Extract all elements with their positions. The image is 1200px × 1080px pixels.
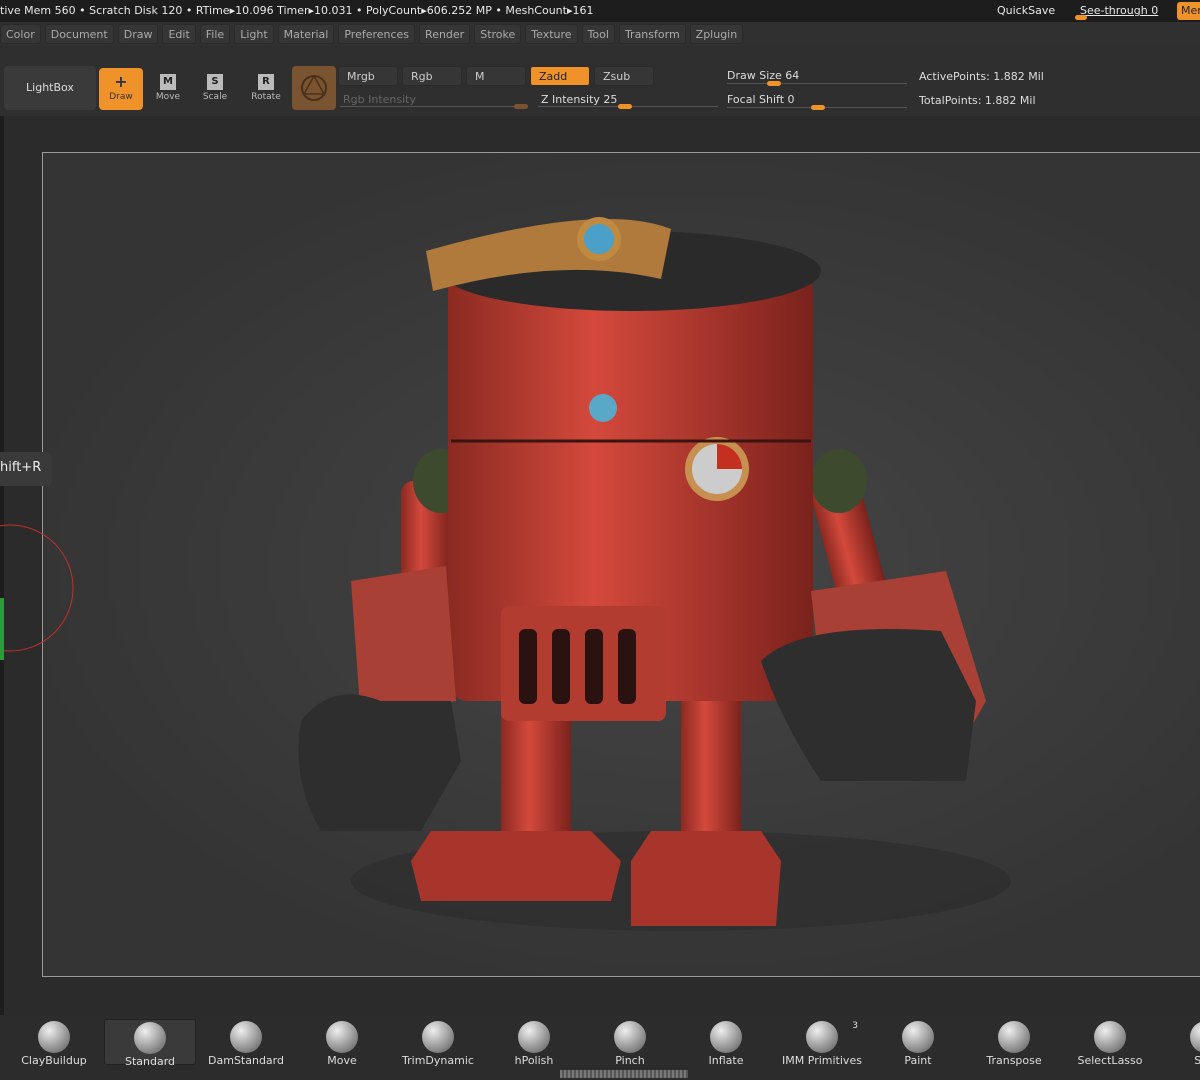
brush-label: SelectLasso (1077, 1054, 1143, 1067)
mrgb-toggle[interactable]: Mrgb (338, 66, 398, 86)
viewport-canvas[interactable] (42, 152, 1200, 977)
material-sphere-icon (301, 74, 327, 101)
brush-icon (1094, 1021, 1126, 1053)
brush-icon (614, 1021, 646, 1053)
total-points: TotalPoints: 1.882 Mil (919, 94, 1036, 107)
stats-readout: tive Mem 560 • Scratch Disk 120 • RTime▸… (0, 4, 594, 17)
menu-transform[interactable]: Transform (618, 24, 686, 44)
material-button[interactable] (292, 66, 336, 110)
crosshair-icon: + (114, 72, 128, 91)
brush-label: DamStandard (208, 1054, 284, 1067)
menu-material[interactable]: Material (277, 24, 335, 44)
zadd-toggle[interactable]: Zadd (530, 66, 590, 86)
brush-damstandard[interactable]: DamStandard (200, 1019, 292, 1067)
brush-icon (998, 1021, 1030, 1053)
brush-claybuildup[interactable]: ClayBuildup (8, 1019, 100, 1067)
menu-stroke[interactable]: Stroke (474, 24, 522, 44)
brush-label: TrimDynamic (402, 1054, 474, 1067)
brush-move[interactable]: Move (296, 1019, 388, 1067)
brush-icon (326, 1021, 358, 1053)
brush-trimdynamic[interactable]: TrimDynamic (392, 1019, 484, 1067)
menu-texture[interactable]: Texture (525, 24, 578, 44)
brush-icon (1190, 1021, 1200, 1053)
menu-preferences[interactable]: Preferences (338, 24, 416, 44)
brush-icon (806, 1021, 838, 1053)
rotate-icon: R (258, 74, 274, 90)
menus-button[interactable]: Menus (1177, 2, 1200, 20)
brush-label: ClayBuildup (21, 1054, 87, 1067)
menu-draw[interactable]: Draw (117, 24, 159, 44)
brush-label: Pinch (615, 1054, 645, 1067)
menu-file[interactable]: File (199, 24, 231, 44)
brush-icon (134, 1022, 166, 1054)
robot-model (298, 217, 1011, 931)
draw-size-knob[interactable] (767, 81, 781, 86)
brush-imm-primitives[interactable]: IMM Primitives 3 (776, 1019, 868, 1067)
scale-button[interactable]: S Scale (193, 68, 237, 110)
menu-document[interactable]: Document (44, 24, 114, 44)
zsub-toggle[interactable]: Zsub (594, 66, 654, 86)
brush-standard[interactable]: Standard (104, 1019, 196, 1068)
brush-icon (710, 1021, 742, 1053)
scale-label: Scale (202, 92, 228, 102)
brush-label: Move (327, 1054, 357, 1067)
rgb-toggle[interactable]: Rgb (402, 66, 462, 86)
brush-icon (38, 1021, 70, 1053)
quicksave-button[interactable]: QuickSave (997, 4, 1055, 17)
menu-zplugin[interactable]: Zplugin (689, 24, 744, 44)
rgb-intensity-slider[interactable] (340, 106, 528, 107)
brush-label: Inflate (708, 1054, 744, 1067)
brush-transpose[interactable]: Transpose (968, 1019, 1060, 1067)
brush-label: hPolish (514, 1054, 554, 1067)
draw-size-label: Draw Size 64 (727, 69, 800, 82)
brush-pinch[interactable]: Pinch (584, 1019, 676, 1067)
brush-label: IMM Primitives (782, 1054, 862, 1067)
brush-label: Transpose (986, 1054, 1042, 1067)
menu-render[interactable]: Render (419, 24, 471, 44)
scale-icon: S (207, 74, 223, 90)
brush-count: 3 (852, 1021, 858, 1031)
menu-tool[interactable]: Tool (581, 24, 615, 44)
draw-size-slider[interactable] (727, 83, 907, 84)
brush-label: Standard (124, 1055, 176, 1068)
draw-button[interactable]: + Draw (99, 68, 143, 110)
lightbox-button[interactable]: LightBox (4, 66, 96, 110)
menu-color[interactable]: Color (0, 24, 41, 44)
move-button[interactable]: M Move (146, 68, 190, 110)
rgb-intensity-label: Rgb Intensity (343, 93, 416, 106)
brush-sele[interactable]: Sele (1160, 1019, 1200, 1067)
see-through-knob[interactable] (1075, 15, 1087, 20)
brush-cursor-ring (0, 524, 74, 660)
move-label: Move (155, 92, 181, 102)
brush-icon (230, 1021, 262, 1053)
brush-label: Sele (1194, 1054, 1200, 1067)
menu-light[interactable]: Light (234, 24, 274, 44)
rotate-button[interactable]: R Rotate (244, 68, 288, 110)
brush-inflate[interactable]: Inflate (680, 1019, 772, 1067)
m-toggle[interactable]: M (466, 66, 526, 86)
brush-paint[interactable]: Paint (872, 1019, 964, 1067)
see-through-slider[interactable]: See-through 0 (1080, 4, 1158, 17)
brush-hpolish[interactable]: hPolish (488, 1019, 580, 1067)
z-intensity-label: Z Intensity 25 (541, 93, 618, 106)
brush-icon (518, 1021, 550, 1053)
rotate-label: Rotate (251, 92, 281, 102)
menu-edit[interactable]: Edit (162, 24, 196, 44)
status-bar: tive Mem 560 • Scratch Disk 120 • RTime▸… (0, 0, 1200, 22)
z-intensity-knob[interactable] (618, 104, 632, 109)
menu-bar: Color Document Draw Edit File Light Mate… (0, 22, 1200, 46)
move-icon: M (160, 74, 176, 90)
shelf-resize-handle[interactable] (560, 1070, 688, 1078)
brush-icon (902, 1021, 934, 1053)
brush-label: Paint (904, 1054, 932, 1067)
active-points: ActivePoints: 1.882 Mil (919, 70, 1044, 83)
brush-selectlasso[interactable]: SelectLasso (1064, 1019, 1156, 1067)
brush-icon (422, 1021, 454, 1053)
draw-label: Draw (109, 92, 133, 102)
rgb-intensity-knob[interactable] (514, 104, 528, 109)
shortcut-tooltip: hift+R (0, 452, 52, 486)
focal-shift-knob[interactable] (811, 105, 825, 110)
focal-shift-label: Focal Shift 0 (727, 93, 795, 106)
